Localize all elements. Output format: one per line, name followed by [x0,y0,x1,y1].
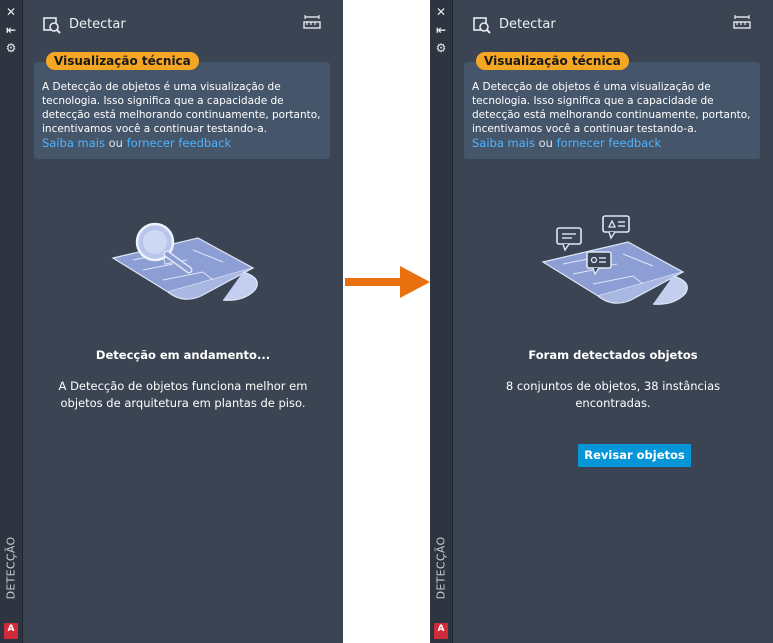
status-description: A Detecção de objetos funciona melhor em… [58,379,308,410]
palette-side-label: DETECÇÃO [434,536,448,600]
settings-icon[interactable]: ⚙ [0,40,22,56]
feedback-link[interactable]: fornecer feedback [127,136,232,150]
blueprint-detection-illustration [541,215,688,305]
tech-preview-badge: Visualização técnica [476,52,629,70]
palette-side-strip: ✕ ⇤ ⚙ DETECÇÃO A [430,0,453,643]
note-text: A Detecção de objetos é uma visualização… [42,81,321,135]
status-description: 8 conjuntos de objetos, 38 instâncias en… [505,379,721,410]
detect-palette-results: ✕ ⇤ ⚙ DETECÇÃO A Detectar A Detecção de … [430,0,773,643]
tech-preview-note: A Detecção de objetos é uma visualização… [34,62,330,159]
palette-header: Detectar [23,0,343,50]
note-links: Saiba mais ou fornecer feedback [42,136,231,150]
autocad-logo-icon: A [4,623,18,639]
learn-more-link[interactable]: Saiba mais [472,136,535,150]
close-icon[interactable]: ✕ [430,4,452,20]
note-or-text: ou [108,136,123,150]
palette-title: Detectar [69,17,126,32]
feedback-link[interactable]: fornecer feedback [557,136,662,150]
collapse-icon[interactable]: ⇤ [430,22,452,38]
status-title: Detecção em andamento... [95,348,271,362]
collapse-icon[interactable]: ⇤ [0,22,22,38]
status-title: Foram detectados objetos [528,348,698,362]
blueprint-magnifier-illustration [111,222,258,301]
close-icon[interactable]: ✕ [0,4,22,20]
note-links: Saiba mais ou fornecer feedback [472,136,661,150]
learn-more-link[interactable]: Saiba mais [42,136,105,150]
detect-palette-in-progress: ✕ ⇤ ⚙ DETECÇÃO A Detectar A Detecção de … [0,0,343,643]
tech-preview-badge: Visualização técnica [46,52,199,70]
transition-arrow-icon [345,266,430,298]
ruler-icon[interactable] [733,14,751,30]
detect-icon[interactable] [43,16,61,34]
detect-icon[interactable] [473,16,491,34]
autocad-logo-icon: A [434,623,448,639]
note-or-text: ou [538,136,553,150]
palette-title: Detectar [499,17,556,32]
palette-side-strip: ✕ ⇤ ⚙ DETECÇÃO A [0,0,23,643]
settings-icon[interactable]: ⚙ [430,40,452,56]
palette-header: Detectar [453,0,773,50]
ruler-icon[interactable] [303,14,321,30]
palette-side-label: DETECÇÃO [4,536,18,600]
tech-preview-note: A Detecção de objetos é uma visualização… [464,62,760,159]
note-text: A Detecção de objetos é uma visualização… [472,81,751,135]
review-objects-button[interactable]: Revisar objetos [578,444,691,467]
